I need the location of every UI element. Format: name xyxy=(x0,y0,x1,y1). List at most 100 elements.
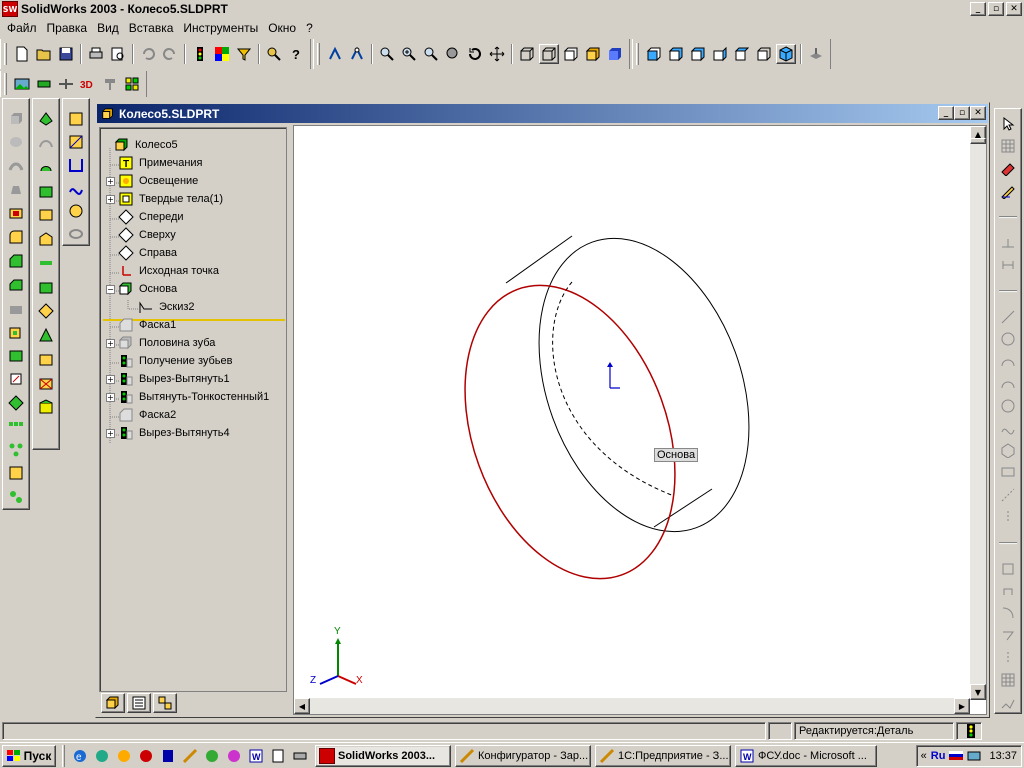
doc-maximize-button[interactable]: ▫ xyxy=(954,106,970,120)
convert-entities-icon[interactable] xyxy=(998,582,1018,600)
fillet-icon[interactable] xyxy=(6,227,26,247)
save-icon[interactable] xyxy=(56,44,76,64)
zoom-to-selection-icon[interactable] xyxy=(421,44,441,64)
print-icon[interactable] xyxy=(86,44,106,64)
tree-item[interactable]: + Освещение xyxy=(106,172,198,190)
paint-icon[interactable] xyxy=(224,746,244,766)
zoom-icon[interactable] xyxy=(443,44,463,64)
vertical-scrollbar[interactable]: ▲ ▼ xyxy=(970,126,986,700)
trim-icon[interactable] xyxy=(998,604,1018,622)
rectangle-icon[interactable] xyxy=(998,330,1018,348)
close-button[interactable]: ✕ xyxy=(1006,2,1022,16)
word-icon[interactable]: W xyxy=(246,746,266,766)
tangent-arc-icon[interactable] xyxy=(998,375,1018,393)
task-word-document[interactable]: W ФСУ.doc - Microsoft ... xyxy=(735,744,877,767)
curve-through-points-icon[interactable] xyxy=(66,178,86,197)
mirror-icon[interactable] xyxy=(998,649,1018,667)
mirror-icon[interactable] xyxy=(6,464,26,484)
tree-item[interactable]: Исходная точка xyxy=(106,262,219,280)
offset-surface-icon[interactable] xyxy=(36,205,56,225)
curve-driven-pattern-icon[interactable] xyxy=(6,487,26,507)
composite-curve-icon[interactable] xyxy=(66,155,86,174)
help-icon[interactable]: ? xyxy=(286,44,306,64)
extrude-boss-icon[interactable] xyxy=(6,109,26,129)
minimize-button[interactable]: _ xyxy=(970,2,986,16)
options-icon[interactable] xyxy=(234,44,254,64)
tree-item[interactable]: Эскиз2 xyxy=(126,298,195,316)
linear-pattern-icon[interactable] xyxy=(6,416,26,436)
arc-icon[interactable] xyxy=(998,353,1018,371)
origin-icon[interactable] xyxy=(609,364,620,389)
pan-icon[interactable] xyxy=(487,44,507,64)
sweep-icon[interactable] xyxy=(6,156,26,176)
drive-icon[interactable] xyxy=(290,746,310,766)
tree-expander[interactable]: + xyxy=(106,176,115,186)
redo-icon[interactable] xyxy=(160,44,180,64)
bottom-view-icon[interactable] xyxy=(754,44,774,64)
internet-explorer-icon[interactable]: e xyxy=(70,746,90,766)
part-icon[interactable] xyxy=(100,74,120,94)
zoom-in-out-icon[interactable] xyxy=(347,44,367,64)
surface-sweep-icon[interactable] xyxy=(36,157,56,177)
graphics-area[interactable]: Y X Z Основа ▲ ▼ ◀ ▶ xyxy=(293,125,987,715)
scale-icon[interactable] xyxy=(6,369,26,389)
tree-item[interactable]: Фаска2 xyxy=(106,406,176,424)
spline-icon[interactable] xyxy=(998,419,1018,437)
wireframe-icon[interactable] xyxy=(517,44,537,64)
media-player-icon[interactable] xyxy=(114,746,134,766)
tree-expander[interactable]: + xyxy=(106,374,115,384)
split-line-icon[interactable] xyxy=(66,109,86,128)
planar-surface-icon[interactable] xyxy=(36,277,56,297)
circle-icon[interactable] xyxy=(998,397,1018,415)
network-tray-icon[interactable] xyxy=(966,748,982,764)
menu-view[interactable]: Вид xyxy=(92,21,124,35)
scroll-thumb[interactable] xyxy=(970,138,986,144)
normal-to-icon[interactable] xyxy=(806,44,826,64)
right-view-icon[interactable] xyxy=(710,44,730,64)
rectangle-icon[interactable] xyxy=(998,463,1018,481)
replace-face-icon[interactable] xyxy=(36,397,56,417)
rebuild-icon[interactable] xyxy=(998,159,1018,177)
palette-icon[interactable] xyxy=(212,44,232,64)
add-relation-icon[interactable] xyxy=(998,256,1018,274)
mid-surface-icon[interactable] xyxy=(36,373,56,393)
traffic-light-icon[interactable] xyxy=(190,44,210,64)
zoom-icon[interactable] xyxy=(399,44,419,64)
horizontal-scrollbar[interactable]: ◀ ▶ xyxy=(294,698,970,714)
open-icon[interactable] xyxy=(34,44,54,64)
tree-item[interactable]: Фаска1 xyxy=(106,316,176,334)
undo-icon[interactable] xyxy=(138,44,158,64)
surface-curve-icon[interactable] xyxy=(66,224,86,243)
book-icon[interactable] xyxy=(158,746,178,766)
tree-expander[interactable]: + xyxy=(106,194,115,204)
loft-icon[interactable] xyxy=(6,180,26,200)
zoom-fit-icon[interactable] xyxy=(325,44,345,64)
dimension-icon[interactable] xyxy=(998,234,1018,252)
centerline-icon[interactable] xyxy=(998,486,1018,504)
task-solidworks[interactable]: SolidWorks 2003... xyxy=(315,744,451,767)
hidden-lines-visible-icon[interactable] xyxy=(539,44,559,64)
menu-tools[interactable]: Инструменты xyxy=(178,21,263,35)
rebuild-status-icon[interactable] xyxy=(956,722,982,740)
tree-item[interactable]: + Вырез-Вытянуть4 xyxy=(106,424,230,442)
back-view-icon[interactable] xyxy=(666,44,686,64)
split-line-icon[interactable] xyxy=(6,393,26,413)
menu-file[interactable]: Файл xyxy=(2,21,42,35)
menu-help[interactable]: ? xyxy=(301,21,318,35)
tree-item[interactable]: + Твердые тела(1) xyxy=(106,190,223,208)
mate-icon[interactable] xyxy=(56,74,76,94)
tree-item[interactable]: Спереди xyxy=(106,208,184,226)
layout-icon[interactable] xyxy=(122,74,142,94)
front-face-edge[interactable] xyxy=(427,256,713,608)
sketch-icon[interactable] xyxy=(998,181,1018,199)
tree-item[interactable]: − Основа xyxy=(106,280,177,298)
tree-expander[interactable]: + xyxy=(106,428,115,438)
projected-curve-icon[interactable] xyxy=(66,132,86,151)
extend-icon[interactable] xyxy=(998,626,1018,644)
polygon-icon[interactable] xyxy=(998,441,1018,459)
menu-edit[interactable]: Правка xyxy=(42,21,93,35)
shaded-icon[interactable] xyxy=(605,44,625,64)
scroll-left-button[interactable]: ◀ xyxy=(294,698,310,714)
tree-item[interactable]: Справа xyxy=(106,244,177,262)
menu-insert[interactable]: Вставка xyxy=(124,21,179,35)
